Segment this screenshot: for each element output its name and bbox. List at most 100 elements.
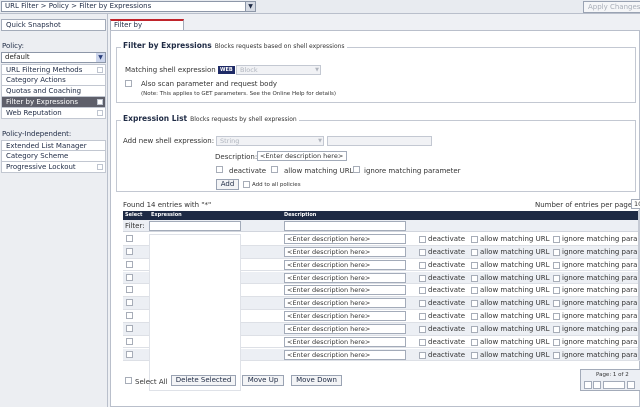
row-description-input[interactable]: <Enter description here> [284,234,406,244]
row-deactivate-checkbox[interactable] [419,351,426,359]
quick-snapshot-button[interactable]: Quick Snapshot [1,19,106,31]
sidebar-item-quotas-and-coaching[interactable]: Quotas and Coaching [1,86,106,97]
new-expression-input[interactable] [327,136,432,146]
sidebar-item-category-scheme[interactable]: Category Scheme [1,151,106,162]
filter-expression-input[interactable] [149,221,241,231]
apply-changes-button[interactable]: Apply Changes [583,1,640,13]
delete-selected-button[interactable]: Delete Selected [171,375,236,386]
row-description-input[interactable]: <Enter description here> [284,285,406,296]
sidebar-item-web-reputation[interactable]: Web Reputation [1,108,106,119]
row-select-checkbox[interactable] [126,299,133,307]
sidebar: Quick Snapshot Policy: default ▼ URL Fil… [0,14,108,407]
expression-type-select[interactable]: String ▼ [216,136,324,146]
row-ignore-param-checkbox[interactable] [553,313,560,321]
breadcrumb-select[interactable]: URL Filter > Policy > Filter by Expressi… [1,1,256,12]
row-ignore-param-checkbox[interactable] [553,236,560,243]
new-allow-url-checkbox[interactable] [271,166,278,173]
row-select-checkbox[interactable] [126,337,133,345]
row-select-checkbox[interactable] [126,273,133,281]
found-entries-text: Found 14 entries with "*" [123,201,212,209]
row-ignore-param-checkbox[interactable] [553,300,560,308]
row-allow-url-checkbox[interactable] [471,287,478,295]
row-deactivate-checkbox[interactable] [419,325,426,333]
prev-page-icon[interactable] [593,381,601,389]
row-select-checkbox[interactable] [126,312,133,320]
policy-independent-label: Policy-Independent: [2,130,72,138]
row-allow-url-checkbox[interactable] [471,325,478,333]
row-allow-url-label: allow matching URL [480,337,550,346]
chevron-down-icon[interactable]: ▼ [96,53,105,62]
web-badge: WEB [218,66,235,74]
first-page-icon[interactable] [584,381,592,389]
row-description-input[interactable]: <Enter description here> [284,336,406,347]
row-deactivate-checkbox[interactable] [419,261,426,269]
scan-body-checkbox[interactable] [125,80,132,87]
row-deactivate-checkbox[interactable] [419,313,426,321]
sidebar-item-filter-by-expressions[interactable]: Filter by Expressions [1,97,106,108]
row-ignore-param-checkbox[interactable] [553,325,560,333]
row-select-checkbox[interactable] [126,260,133,268]
new-ignore-param-label: ignore matching parameter [364,167,461,175]
sidebar-item-extended-list-manager[interactable]: Extended List Manager [1,140,106,151]
row-deactivate-checkbox[interactable] [419,287,426,295]
scan-note: (Note: This applies to GET parameters. S… [141,91,337,97]
row-select-checkbox[interactable] [126,324,133,332]
row-allow-url-checkbox[interactable] [471,274,478,282]
policy-select[interactable]: default ▼ [1,52,106,63]
row-description-input[interactable]: <Enter description here> [284,246,406,257]
row-ignore-param-checkbox[interactable] [553,274,560,282]
row-allow-url-checkbox[interactable] [471,338,478,346]
action-select[interactable]: Block ▼ [236,65,321,75]
row-ignore-param-checkbox[interactable] [553,261,560,269]
row-deactivate-checkbox[interactable] [419,248,426,256]
page-number-input[interactable] [603,381,625,389]
row-ignore-param-checkbox[interactable] [553,248,560,256]
sidebar-item-progressive-lockout[interactable]: Progressive Lockout [1,162,106,173]
row-select-checkbox[interactable] [126,235,133,242]
chevron-down-icon[interactable]: ▼ [245,2,255,11]
select-all-checkbox[interactable] [125,377,132,384]
row-description-input[interactable]: <Enter description here> [284,349,406,360]
per-page-input[interactable]: 10 [631,199,640,209]
row-select-checkbox[interactable] [126,247,133,255]
row-deactivate-checkbox[interactable] [419,300,426,308]
row-deactivate-label: deactivate [428,260,466,269]
row-allow-url-checkbox[interactable] [471,236,478,243]
row-allow-url-checkbox[interactable] [471,248,478,256]
row-ignore-param-label: ignore matching parameter [562,350,640,359]
new-deactivate-checkbox[interactable] [216,166,223,173]
row-description-input[interactable]: <Enter description here> [284,298,406,309]
new-ignore-param-checkbox[interactable] [353,166,360,173]
fbe-legend: Filter by Expressions Blocks requests bas… [121,41,347,50]
sidebar-item-url-filtering-methods[interactable]: URL Filtering Methods [1,64,106,75]
move-up-button[interactable]: Move Up [242,375,284,386]
row-allow-url-checkbox[interactable] [471,261,478,269]
row-select-checkbox[interactable] [126,350,133,358]
row-description-input[interactable]: <Enter description here> [284,272,406,283]
next-page-icon[interactable] [627,381,635,389]
row-deactivate-checkbox[interactable] [419,236,426,243]
move-down-button[interactable]: Move Down [291,375,342,386]
row-deactivate-checkbox[interactable] [419,338,426,346]
add-expression-label: Add new shell expression: [123,137,215,145]
sidebar-item-category-actions[interactable]: Category Actions [1,75,106,86]
row-ignore-param-checkbox[interactable] [553,338,560,346]
row-description-input[interactable]: <Enter description here> [284,311,406,322]
add-button[interactable]: Add [216,179,239,190]
expression-column-blank [149,234,241,391]
new-deactivate-label: deactivate [229,167,267,175]
new-description-input[interactable]: <Enter description here> [257,151,347,161]
row-ignore-param-checkbox[interactable] [553,287,560,295]
row-description-input[interactable]: <Enter description here> [284,259,406,270]
row-allow-url-checkbox[interactable] [471,300,478,308]
row-description-input[interactable]: <Enter description here> [284,323,406,334]
row-ignore-param-checkbox[interactable] [553,351,560,359]
filter-description-input[interactable] [284,221,406,231]
select-all-label: Select All [135,378,168,386]
row-deactivate-checkbox[interactable] [419,274,426,282]
row-deactivate-label: deactivate [428,299,466,308]
row-allow-url-checkbox[interactable] [471,351,478,359]
add-to-all-policies-checkbox[interactable] [243,181,250,188]
row-allow-url-checkbox[interactable] [471,313,478,321]
row-select-checkbox[interactable] [126,286,133,294]
